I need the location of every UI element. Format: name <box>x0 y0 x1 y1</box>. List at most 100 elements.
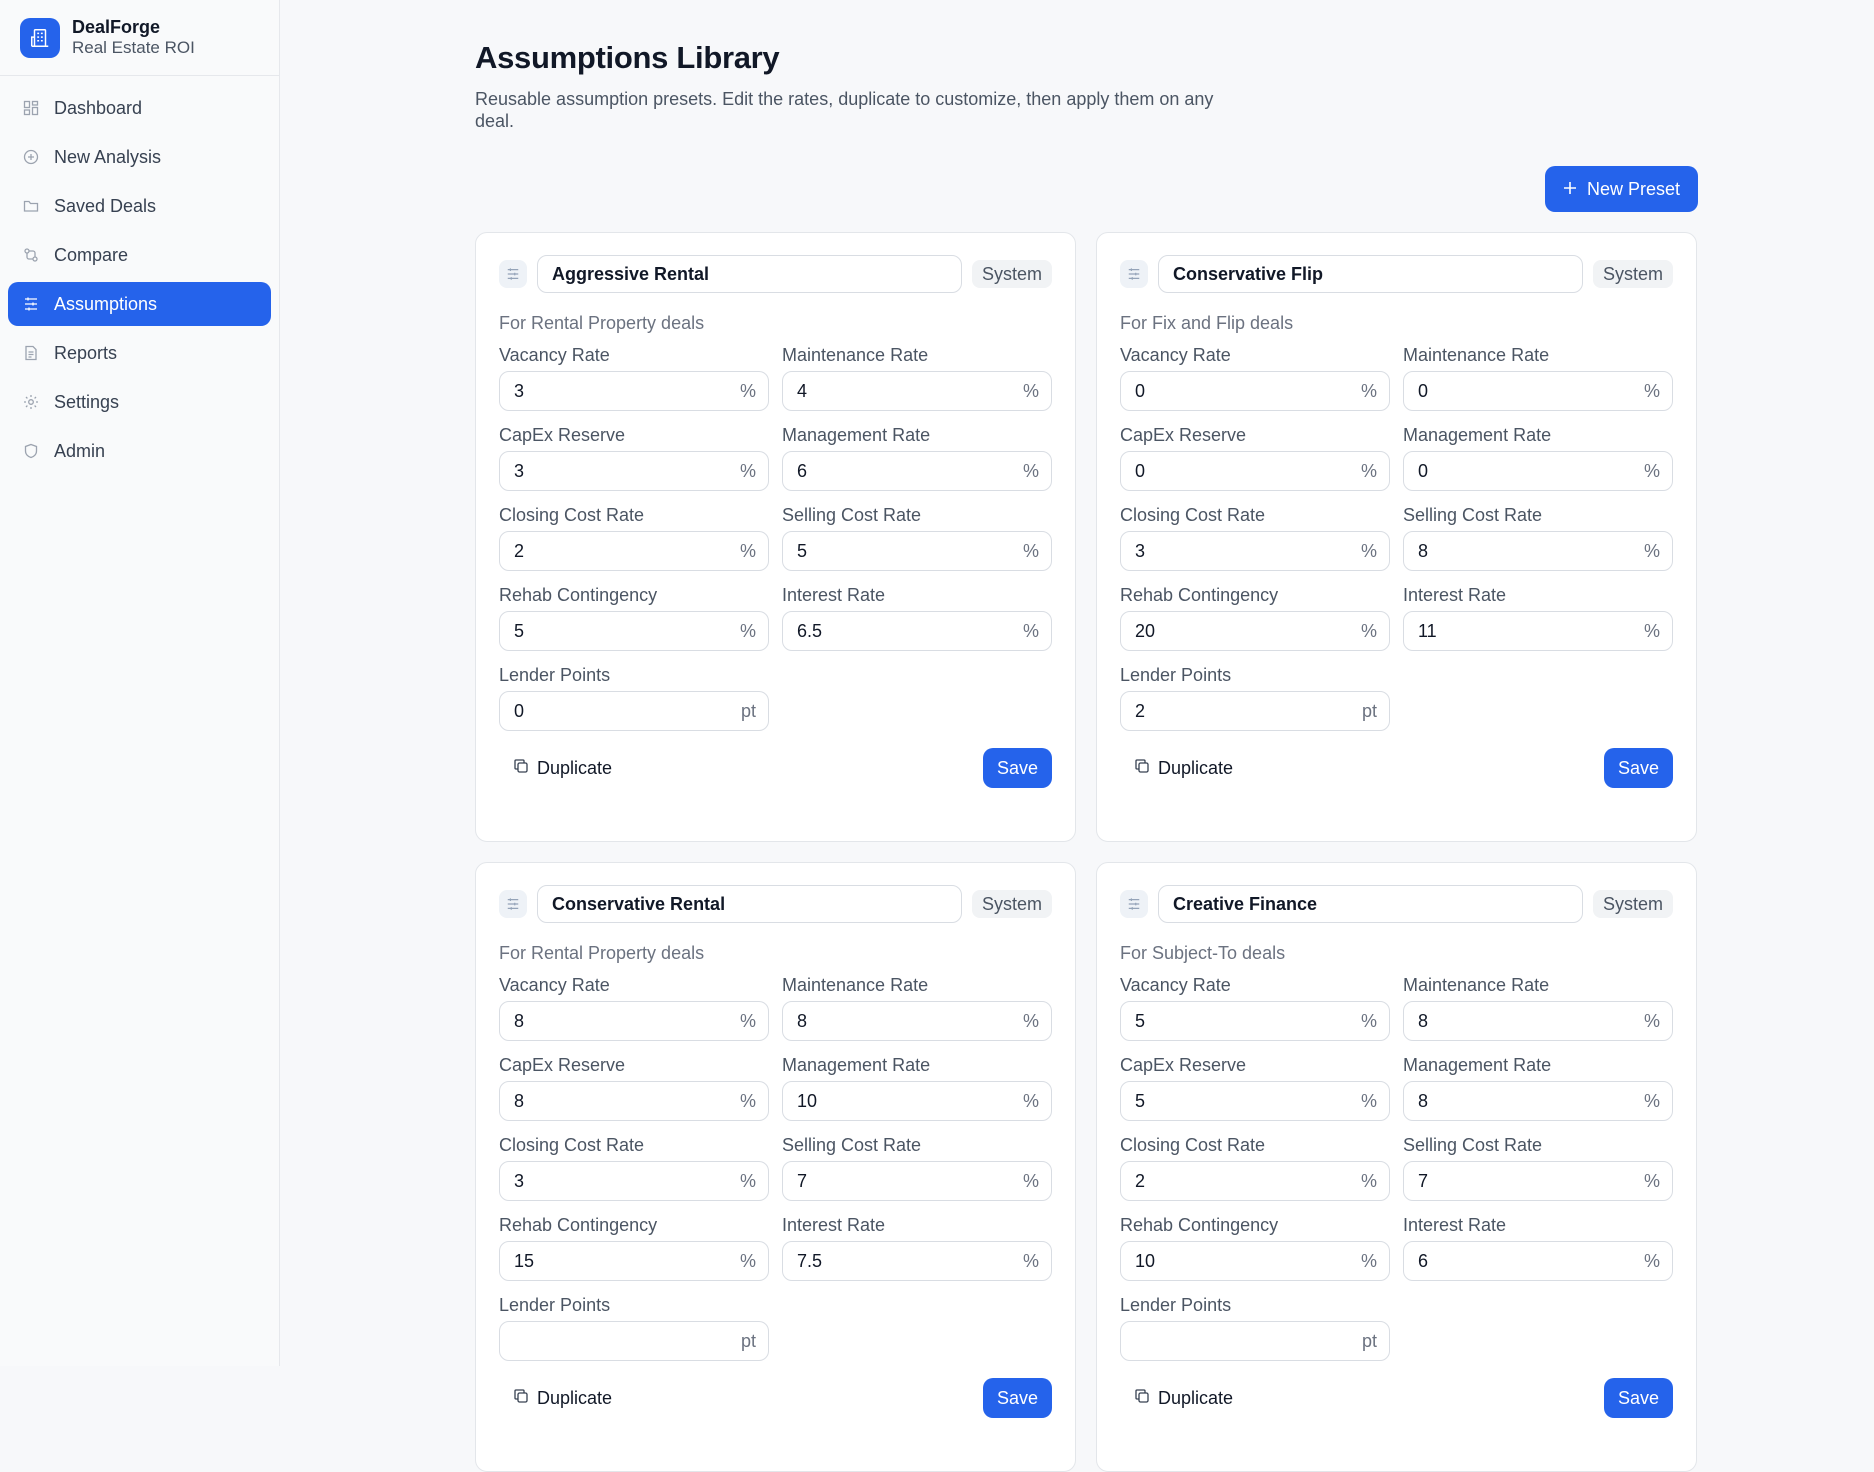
percent-unit: % <box>1022 381 1039 401</box>
maintenance-rate-input[interactable] <box>1404 372 1672 410</box>
plus-icon <box>1563 179 1577 200</box>
input-wrapper: % <box>1120 1161 1390 1201</box>
field-label: Rehab Contingency <box>499 1215 658 1235</box>
closing-cost-rate-input[interactable] <box>1121 1162 1389 1200</box>
sidebar-item-settings[interactable]: Settings <box>8 380 271 424</box>
field-label: Maintenance Rate <box>1403 345 1550 365</box>
input-wrapper: % <box>1120 1241 1390 1281</box>
rehab-contingency-input[interactable] <box>1121 612 1389 650</box>
lender-points-input[interactable] <box>500 692 768 730</box>
management-rate-field: Management Rate % <box>1403 424 1673 491</box>
capex-reserve-field: CapEx Reserve % <box>1120 1054 1390 1121</box>
management-rate-input[interactable] <box>783 1082 1051 1120</box>
preset-card-footer: Duplicate Save <box>499 1378 1052 1418</box>
lender-points-input[interactable] <box>500 1322 768 1360</box>
save-button[interactable]: Save <box>1603 1378 1673 1418</box>
gear-icon <box>22 393 40 411</box>
maintenance-rate-input[interactable] <box>1404 1002 1672 1040</box>
capex-reserve-input[interactable] <box>500 1082 768 1120</box>
selling-cost-rate-input[interactable] <box>783 532 1051 570</box>
preset-name-input[interactable] <box>537 885 962 923</box>
rehab-contingency-input[interactable] <box>500 612 768 650</box>
sidebar-item-compare[interactable]: Compare <box>8 233 271 277</box>
sidebar-item-reports[interactable]: Reports <box>8 331 271 375</box>
duplicate-button[interactable]: Duplicate <box>499 752 626 785</box>
input-wrapper: % <box>1403 371 1673 411</box>
sidebar-item-new-analysis[interactable]: New Analysis <box>8 135 271 179</box>
input-wrapper: % <box>782 451 1052 491</box>
capex-reserve-field: CapEx Reserve % <box>1120 424 1390 491</box>
percent-unit: % <box>1643 621 1660 641</box>
deal-type-label: For Fix and Flip deals <box>1120 313 1294 333</box>
vacancy-rate-input[interactable] <box>500 372 768 410</box>
closing-cost-rate-field: Closing Cost Rate % <box>1120 1134 1390 1201</box>
selling-cost-rate-input[interactable] <box>1404 1162 1672 1200</box>
closing-cost-rate-input[interactable] <box>500 532 768 570</box>
management-rate-input[interactable] <box>783 452 1051 490</box>
save-button[interactable]: Save <box>1603 748 1673 788</box>
new-preset-button[interactable]: New Preset <box>1544 166 1698 212</box>
preset-name-input[interactable] <box>1158 885 1583 923</box>
closing-cost-rate-input[interactable] <box>1121 532 1389 570</box>
input-wrapper: % <box>1120 371 1390 411</box>
preset-name-input[interactable] <box>1158 255 1583 293</box>
rehab-contingency-input[interactable] <box>1121 1242 1389 1280</box>
input-wrapper: % <box>499 1161 769 1201</box>
preset-grid: System For Rental Property deals Vacancy… <box>475 232 1698 1472</box>
closing-cost-rate-input[interactable] <box>500 1162 768 1200</box>
vacancy-rate-input[interactable] <box>1121 1002 1389 1040</box>
save-button[interactable]: Save <box>982 748 1052 788</box>
capex-reserve-input[interactable] <box>1121 1082 1389 1120</box>
sliders-icon <box>499 260 527 288</box>
field-label: Closing Cost Rate <box>499 505 645 525</box>
system-badge: System <box>971 260 1052 288</box>
copy-icon <box>1134 1388 1150 1409</box>
rehab-contingency-input[interactable] <box>500 1242 768 1280</box>
preset-name-input[interactable] <box>537 255 962 293</box>
selling-cost-rate-field: Selling Cost Rate % <box>782 1134 1052 1201</box>
interest-rate-field: Interest Rate % <box>1403 1214 1673 1281</box>
interest-rate-input[interactable] <box>1404 1242 1672 1280</box>
input-wrapper: % <box>782 1161 1052 1201</box>
duplicate-button[interactable]: Duplicate <box>1120 752 1247 785</box>
vacancy-rate-input[interactable] <box>1121 372 1389 410</box>
toolbar: New Preset <box>475 166 1698 222</box>
capex-reserve-field: CapEx Reserve % <box>499 1054 769 1121</box>
vacancy-rate-input[interactable] <box>500 1002 768 1040</box>
lender-points-input[interactable] <box>1121 1322 1389 1360</box>
percent-unit: % <box>1360 1251 1377 1271</box>
assumption-fields: Vacancy Rate % Maintenance Rate % CapEx … <box>1120 974 1673 1374</box>
management-rate-input[interactable] <box>1404 452 1672 490</box>
lender-points-input[interactable] <box>1121 692 1389 730</box>
sidebar-item-dashboard[interactable]: Dashboard <box>8 86 271 130</box>
sidebar-item-assumptions[interactable]: Assumptions <box>8 282 271 326</box>
sidebar: DealForge Real Estate ROI Dashboard New … <box>0 0 280 1366</box>
selling-cost-rate-input[interactable] <box>1404 532 1672 570</box>
percent-unit: % <box>1643 1251 1660 1271</box>
preset-card-header: System <box>499 885 1052 923</box>
save-button[interactable]: Save <box>982 1378 1052 1418</box>
sidebar-item-saved-deals[interactable]: Saved Deals <box>8 184 271 228</box>
input-wrapper: pt <box>1120 691 1390 731</box>
brand-header[interactable]: DealForge Real Estate ROI <box>0 0 279 76</box>
percent-unit: % <box>1360 381 1377 401</box>
field-label: Management Rate <box>782 1055 931 1075</box>
sidebar-item-admin[interactable]: Admin <box>8 429 271 473</box>
capex-reserve-input[interactable] <box>1121 452 1389 490</box>
points-unit: pt <box>740 1331 756 1351</box>
interest-rate-input[interactable] <box>783 612 1051 650</box>
duplicate-button[interactable]: Duplicate <box>499 1382 626 1415</box>
maintenance-rate-input[interactable] <box>783 372 1051 410</box>
capex-reserve-input[interactable] <box>500 452 768 490</box>
maintenance-rate-input[interactable] <box>783 1002 1051 1040</box>
management-rate-input[interactable] <box>1404 1082 1672 1120</box>
field-label: Management Rate <box>1403 1055 1552 1075</box>
points-unit: pt <box>1361 701 1377 721</box>
duplicate-button[interactable]: Duplicate <box>1120 1382 1247 1415</box>
interest-rate-input[interactable] <box>1404 612 1672 650</box>
field-label: Selling Cost Rate <box>1403 505 1543 525</box>
closing-cost-rate-field: Closing Cost Rate % <box>499 504 769 571</box>
sidebar-item-label: Settings <box>54 391 120 412</box>
selling-cost-rate-input[interactable] <box>783 1162 1051 1200</box>
interest-rate-input[interactable] <box>783 1242 1051 1280</box>
